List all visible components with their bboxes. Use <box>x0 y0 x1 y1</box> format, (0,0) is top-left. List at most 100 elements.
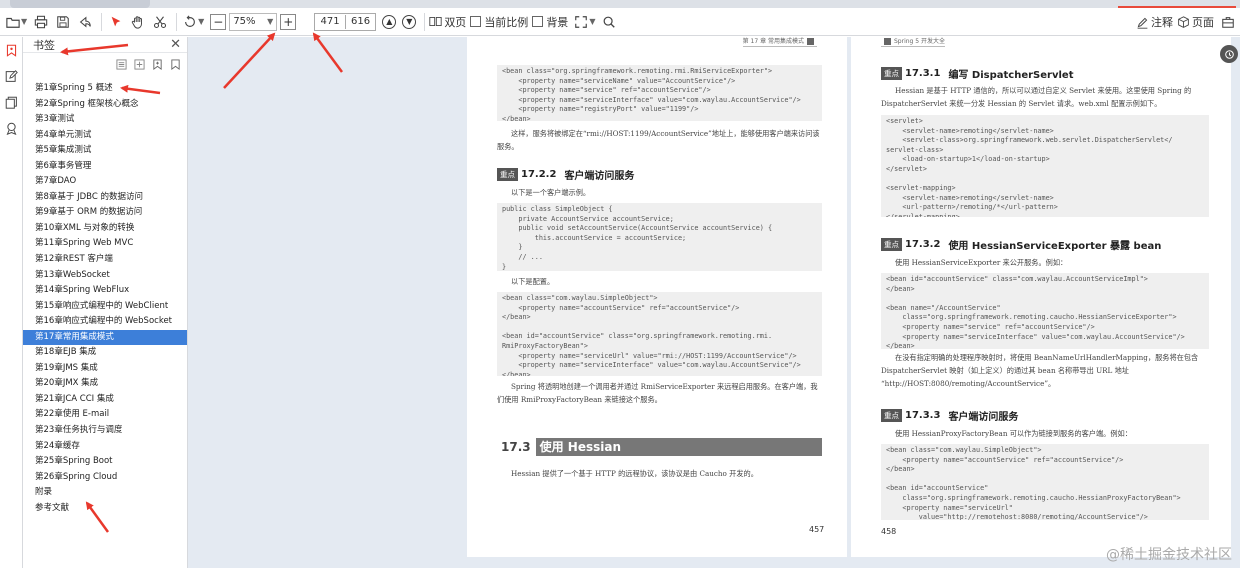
bookmark-item[interactable]: 第18章EJB 集成 <box>23 345 187 361</box>
print-button[interactable] <box>31 11 51 33</box>
background-checkbox[interactable] <box>532 16 544 27</box>
share-icon <box>79 16 91 27</box>
bookmark-item[interactable]: 第22章使用 E-mail <box>23 407 187 423</box>
save-icon <box>57 15 69 28</box>
section-number: 17.3.3 <box>905 410 941 421</box>
hand-icon <box>131 15 143 29</box>
paragraph: 这样，服务将被绑定在“rmi://HOST:1199/AccountServic… <box>497 129 820 151</box>
bookmark-item[interactable]: 第4章单元测试 <box>23 128 187 144</box>
current-ratio-button[interactable]: 当前比例 <box>470 14 528 30</box>
bookmark-item[interactable]: 第3章测试 <box>23 112 187 128</box>
page-header: 第 17 章 常用集成模式 <box>742 37 817 47</box>
select-tool-button[interactable] <box>106 11 126 33</box>
section-heading: 重点 17.3.1 编写 DispatcherServlet <box>881 66 1073 81</box>
rotate-icon <box>185 14 196 27</box>
document-tab[interactable] <box>10 0 150 8</box>
bookmark-panel: 书签 ✕ 第1章Spring 5 概述 第2章Spring 框架核心概念 第3章测试… <box>23 37 188 568</box>
bookmark-item[interactable]: 第1章Spring 5 概述 <box>23 81 187 97</box>
bookmark-item[interactable]: 第16章响应式编程中的 WebSocket <box>23 314 187 330</box>
folder-icon <box>6 17 20 28</box>
bookmark-item[interactable]: 第9章基于 ORM 的数据访问 <box>23 205 187 221</box>
add-bookmark-button[interactable] <box>151 58 163 70</box>
background-label: 背景 <box>546 15 569 29</box>
bookmark-item[interactable]: 第13章WebSocket <box>23 268 187 284</box>
expand-all-button[interactable] <box>133 58 145 70</box>
current-ratio-checkbox[interactable] <box>470 16 482 27</box>
bookmark-item[interactable]: 第23章任务执行与调度 <box>23 423 187 439</box>
bookmark-item[interactable]: 第5章集成测试 <box>23 143 187 159</box>
search-button[interactable] <box>599 11 619 33</box>
double-page-label: 双页 <box>444 15 467 29</box>
zoom-value: 75% <box>233 16 256 27</box>
bookmark-item[interactable]: 第15章响应式编程中的 WebClient <box>23 299 187 315</box>
paragraph: Hessian 是基于 HTTP 通信的，所以可以通过自定义 Servlet 来… <box>881 86 1192 108</box>
active-indicator <box>1118 0 1236 8</box>
bookmark-item[interactable]: 第11章Spring Web MVC <box>23 236 187 252</box>
bookmark-item[interactable]: 第20章JMX 集成 <box>23 376 187 392</box>
toolbar-divider <box>424 12 426 31</box>
chevron-down-icon: ▼ <box>589 17 596 26</box>
code-block: <bean class="com.waylau.SimpleObject"> <… <box>497 292 822 376</box>
chevron-down-icon: ▼ <box>21 17 28 26</box>
bookmark-item[interactable]: 第6章事务管理 <box>23 159 187 175</box>
bookmark-item[interactable]: 第2章Spring 框架核心概念 <box>23 97 187 113</box>
bookmark-item[interactable]: 第8章基于 JDBC 的数据访问 <box>23 190 187 206</box>
next-page-button[interactable]: ▼ <box>402 14 417 29</box>
expand-icon <box>133 58 145 70</box>
bookmark-outline-icon <box>170 58 180 70</box>
bookmark-item[interactable]: 第7章DAO <box>23 174 187 190</box>
share-button[interactable] <box>75 11 95 33</box>
code-block: <bean class="org.springframework.remotin… <box>497 65 822 121</box>
zoom-out-button[interactable]: − <box>210 13 227 30</box>
cut-tool-button[interactable] <box>150 11 170 33</box>
stamp-panel-button[interactable] <box>0 115 23 141</box>
key-point-tag: 重点 <box>881 238 902 251</box>
section-number: 17.2.2 <box>521 169 557 180</box>
hand-tool-button[interactable] <box>128 11 148 33</box>
fullscreen-icon <box>575 15 588 28</box>
page-left: 第 17 章 常用集成模式 <bean class="org.springfra… <box>467 37 847 557</box>
section-title: 客户端访问服务 <box>564 171 635 182</box>
toolbox-button[interactable] <box>1218 11 1238 33</box>
bookmark-item[interactable]: 第25章Spring Boot <box>23 454 187 470</box>
remove-bookmark-button[interactable] <box>169 58 181 70</box>
fullscreen-button[interactable]: ▼ <box>572 11 597 33</box>
rotate-button[interactable]: ▼ <box>181 11 206 33</box>
previous-page-button[interactable]: ▲ <box>382 14 397 29</box>
open-folder-button[interactable]: ▼ <box>4 11 29 33</box>
zoom-in-button[interactable]: + <box>280 13 297 30</box>
section-title: 使用 HessianServiceExporter 暴露 bean <box>948 241 1162 252</box>
toolbar-divider <box>101 12 103 31</box>
bookmark-item[interactable]: 第21章JCA CCI 集成 <box>23 392 187 408</box>
thumbnail-panel-button[interactable] <box>0 89 23 115</box>
bookmark-item[interactable]: 第17章常用集成模式 <box>23 329 187 346</box>
double-page-button[interactable]: 双页 <box>429 14 466 30</box>
chapter-section-heading: 17.3 使用 Hessian <box>497 438 822 456</box>
paragraph: 使用 HessianServiceExporter 来公开服务。例如： <box>895 258 1068 267</box>
code-block: <servlet> <servlet-name>remoting</servle… <box>881 115 1209 217</box>
bookmark-item[interactable]: 第24章缓存 <box>23 439 187 455</box>
bookmark-item[interactable]: 第10章XML 与对象的转换 <box>23 221 187 237</box>
bookmark-item[interactable]: 附录 <box>23 485 187 501</box>
bookmark-item[interactable]: 第12章REST 客户端 <box>23 252 187 268</box>
history-button[interactable] <box>1220 45 1238 63</box>
collapse-all-button[interactable] <box>115 58 127 70</box>
annotate-button[interactable]: 注释 <box>1136 14 1173 30</box>
bookmark-item[interactable]: 第26章Spring Cloud <box>23 470 187 486</box>
bookmark-item[interactable]: 参考文献 <box>23 501 187 517</box>
bookmark-panel-button[interactable] <box>0 37 23 63</box>
current-page-input[interactable]: 471 <box>315 16 345 27</box>
code-block: public class SimpleObject { private Acco… <box>497 203 822 271</box>
running-header: 第 17 章 常用集成模式 <box>742 38 804 45</box>
close-icon[interactable]: ✕ <box>170 37 181 52</box>
toolbar: ▼ ▼ − 75% ▼ + 471 616 ▲ ▼ 双页 当前比例 背景 ▼ 注释… <box>0 8 1240 36</box>
document-viewer[interactable]: 第 17 章 常用集成模式 <bean class="org.springfra… <box>188 37 1240 568</box>
bookmark-item[interactable]: 第19章JMS 集成 <box>23 361 187 377</box>
background-button[interactable]: 背景 <box>532 14 568 30</box>
save-button[interactable] <box>53 11 73 33</box>
annotation-panel-button[interactable] <box>0 63 23 89</box>
page-number-box[interactable]: 471 616 <box>314 12 377 31</box>
page-view-button[interactable]: 页面 <box>1177 14 1214 30</box>
bookmark-item[interactable]: 第14章Spring WebFlux <box>23 283 187 299</box>
zoom-select[interactable]: 75% ▼ <box>229 12 278 31</box>
